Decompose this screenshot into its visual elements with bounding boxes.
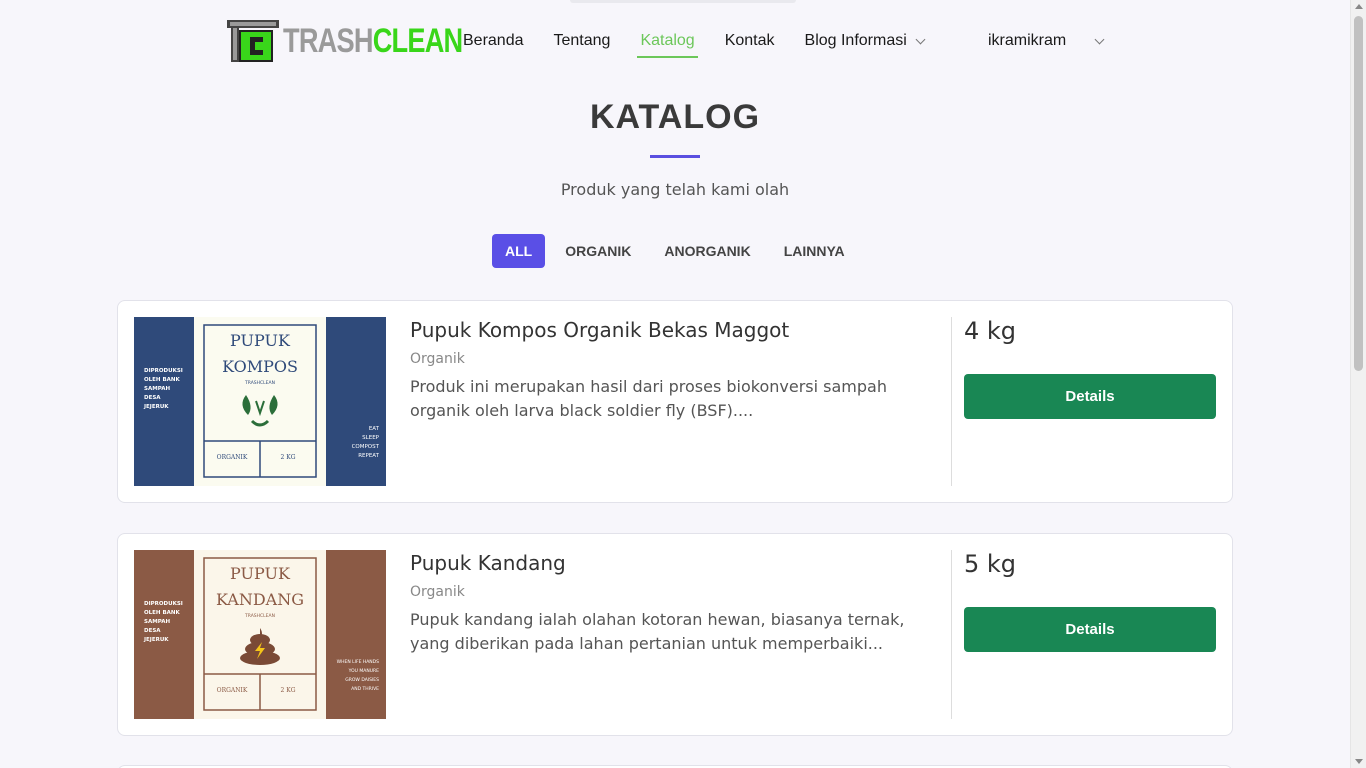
logo-text-trash: TRASH <box>283 22 373 60</box>
pack-side-text: DESA <box>144 395 161 401</box>
nav-tentang[interactable]: Tentang <box>554 32 611 50</box>
pack-side-text: WHEN LIFE HANDS <box>337 659 379 665</box>
pack-side-text: EAT <box>369 426 380 432</box>
catalog-filters: ALL ORGANIK ANORGANIK LAINNYA <box>492 234 865 268</box>
pack-title-1: PUPUK <box>230 564 291 583</box>
product-card: DIPRODUKSI OLEH BANK SAMPAH DESA JEJERUK… <box>117 533 1233 736</box>
product-description: Produk ini merupakan hasil dari proses b… <box>410 377 887 420</box>
pack-title-2: KOMPOS <box>222 357 298 376</box>
page-scrollbar[interactable] <box>1350 0 1366 768</box>
pack-side-text: DESA <box>144 628 161 634</box>
product-image-pupuk-kompos: DIPRODUKSI OLEH BANK SAMPAH DESA JEJERUK… <box>134 317 386 486</box>
pack-side-text: GROW DAISIES <box>345 677 379 683</box>
logo-mark-icon <box>227 20 279 62</box>
pack-side-text: JEJERUK <box>143 637 169 643</box>
pack-side-text: AND THRIVE <box>351 686 379 692</box>
page-subtitle: Produk yang telah kami olah <box>560 180 790 199</box>
pack-side-text: DIPRODUKSI <box>144 601 183 607</box>
filter-all[interactable]: ALL <box>492 234 546 268</box>
scroll-down-arrow-icon[interactable] <box>1355 759 1363 764</box>
product-image-pupuk-kandang: DIPRODUKSI OLEH BANK SAMPAH DESA JEJERUK… <box>134 550 386 719</box>
nav-kontak[interactable]: Kontak <box>725 32 775 50</box>
product-name: Pupuk Kompos Organik Bekas Maggot <box>410 318 790 342</box>
user-name: ikramikram <box>988 32 1067 49</box>
product-description: Pupuk kandang ialah olahan kotoran hewan… <box>410 610 905 653</box>
nav-blog-informasi-label: Blog Informasi <box>804 32 907 49</box>
logo-text: TRASHCLEAN <box>283 20 463 62</box>
pack-footer-right: 2 KG <box>281 454 296 461</box>
main-nav: Beranda Tentang Katalog Kontak Blog Info… <box>463 0 954 82</box>
pack-side-text: OLEH BANK <box>144 377 181 383</box>
filter-anorganik[interactable]: ANORGANIK <box>651 234 763 268</box>
scroll-thumb[interactable] <box>1354 16 1363 371</box>
pack-side-text: SAMPAH <box>144 619 170 625</box>
nav-beranda[interactable]: Beranda <box>463 32 524 50</box>
pack-footer-right: 2 KG <box>281 687 296 694</box>
chevron-down-icon <box>915 34 926 44</box>
pack-side-text: SLEEP <box>362 435 380 441</box>
scroll-up-arrow-icon[interactable] <box>1355 4 1363 9</box>
product-weight: 4 kg <box>964 317 1017 345</box>
pack-side-text: JEJERUK <box>143 404 169 410</box>
chevron-down-icon <box>1094 34 1105 44</box>
product-category: Organik <box>410 351 465 367</box>
pack-side-text: DIPRODUKSI <box>144 368 183 374</box>
details-button[interactable]: Details <box>964 607 1216 652</box>
user-menu[interactable]: ikramikram <box>988 0 1105 82</box>
filter-lainnya[interactable]: LAINNYA <box>771 234 858 268</box>
pack-brand: TRASHCLEAN <box>244 613 275 619</box>
pack-side-text: SAMPAH <box>144 386 170 392</box>
details-button[interactable]: Details <box>964 374 1216 419</box>
nav-blog-informasi[interactable]: Blog Informasi <box>804 32 926 50</box>
pack-side-text: OLEH BANK <box>144 610 181 616</box>
pack-title-2: KANDANG <box>216 590 304 609</box>
title-underline <box>650 155 700 158</box>
pack-footer-left: ORGANIK <box>217 687 248 694</box>
pack-side-text: YOU MANURE <box>348 668 380 674</box>
product-weight: 5 kg <box>964 550 1017 578</box>
nav-katalog[interactable]: Katalog <box>637 32 698 58</box>
pack-brand: TRASHCLEAN <box>244 380 275 386</box>
pack-side-text: COMPOST <box>352 444 380 450</box>
product-category: Organik <box>410 584 465 600</box>
page-title: KATALOG <box>589 98 761 136</box>
card-divider <box>951 550 952 719</box>
pack-title-1: PUPUK <box>230 331 291 350</box>
site-header: TRASHCLEAN Beranda Tentang Katalog Konta… <box>0 0 1350 82</box>
card-divider <box>951 317 952 486</box>
pack-footer-left: ORGANIK <box>217 454 248 461</box>
product-card: DIPRODUKSI OLEH BANK SAMPAH DESA JEJERUK… <box>117 300 1233 503</box>
logo-text-clean: CLEAN <box>372 22 463 60</box>
filter-organik[interactable]: ORGANIK <box>552 234 644 268</box>
product-name: Pupuk Kandang <box>410 551 566 575</box>
pack-side-text: REPEAT <box>358 453 379 459</box>
